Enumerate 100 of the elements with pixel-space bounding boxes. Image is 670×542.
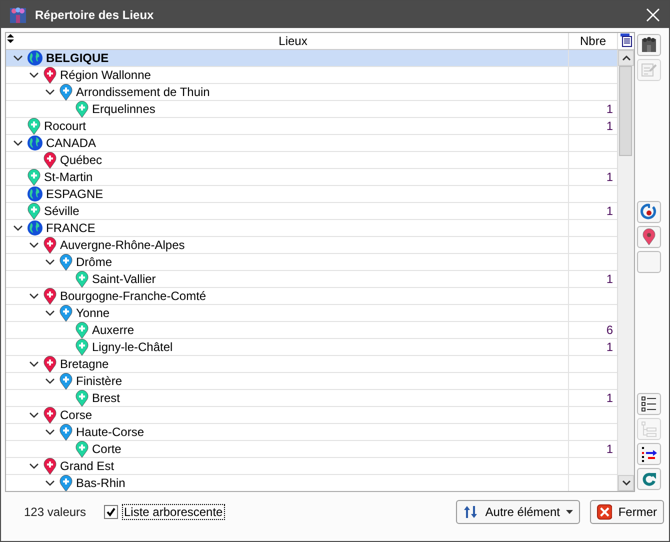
map-pin-icon	[27, 168, 41, 186]
tree-row[interactable]: Drôme	[6, 254, 617, 271]
column-header[interactable]: Lieux	[18, 33, 569, 49]
map-pin-icon	[75, 440, 89, 458]
people-icon	[9, 6, 27, 24]
chevron-down-icon	[622, 480, 630, 486]
place-name: Saint-Vallier	[92, 272, 156, 286]
close-button[interactable]: Fermer	[590, 500, 664, 524]
place-name: St-Martin	[44, 170, 93, 184]
toolbar-button[interactable]	[637, 34, 661, 56]
map-pin-icon	[642, 228, 656, 246]
place-name: CANADA	[46, 136, 96, 150]
place-name: Finistère	[76, 374, 122, 388]
toolbar-button[interactable]	[637, 443, 661, 465]
people-icon	[642, 37, 656, 52]
map-pin-icon	[43, 152, 57, 168]
place-name: Arrondissement de Thuin	[76, 85, 210, 99]
checkbox[interactable]	[104, 505, 118, 519]
chevron-up-icon	[622, 55, 630, 61]
map-pin-icon	[43, 66, 57, 84]
tree-list-icon	[642, 422, 656, 437]
tree-row[interactable]: Saint-Vallier 1	[6, 271, 617, 288]
tree-row[interactable]: CANADA	[6, 135, 617, 152]
close-icon[interactable]	[645, 6, 661, 22]
place-name: Bas-Rhin	[76, 476, 126, 490]
map-pin-icon	[59, 84, 73, 100]
place-name: Rocourt	[44, 119, 86, 133]
map-pin-icon	[43, 356, 57, 372]
map-pin-icon	[75, 270, 89, 288]
tree-row[interactable]: Bretagne	[6, 356, 617, 373]
count-value: 1	[606, 102, 613, 116]
map-pin-icon	[59, 304, 73, 322]
other-element-button[interactable]: Autre élément	[456, 500, 580, 524]
tree-row[interactable]: Erquelinnes 1	[6, 101, 617, 118]
globe-icon	[27, 135, 43, 151]
tree-row[interactable]: FRANCE	[6, 220, 617, 237]
tree-row[interactable]: Grand Est	[6, 458, 617, 475]
tree-row[interactable]: Finistère	[6, 373, 617, 390]
map-pin-icon	[43, 406, 57, 424]
place-name: Région Wallonne	[60, 68, 151, 82]
tree-row[interactable]: Corse	[6, 407, 617, 424]
map-pin-icon	[43, 236, 57, 254]
column-settings-icon[interactable]	[620, 33, 632, 47]
column-header[interactable]: Nbre	[569, 33, 618, 49]
tree-row[interactable]: Ligny-le-Châtel 1	[6, 339, 617, 356]
place-name: Bourgogne-Franche-Comté	[60, 289, 206, 303]
indent-arrows-icon	[642, 447, 657, 462]
tree-row[interactable]: Séville 1	[6, 203, 617, 220]
tree-row[interactable]: Corte 1	[6, 441, 617, 458]
globe-icon	[27, 186, 43, 202]
place-name: Québec	[60, 153, 102, 167]
swap-arrows-icon	[463, 504, 480, 520]
sort-icon[interactable]	[7, 34, 14, 43]
toolbar-button[interactable]	[637, 226, 661, 248]
tree-row[interactable]: Bourgogne-Franche-Comté	[6, 288, 617, 305]
tree-row[interactable]: BELGIQUE	[6, 50, 617, 67]
dropdown-arrow-icon	[566, 510, 573, 514]
globe-icon	[27, 50, 43, 66]
map-pin-icon	[59, 254, 73, 270]
count-value: 1	[606, 340, 613, 354]
tree-row[interactable]: Rocourt 1	[6, 118, 617, 135]
place-name: Haute-Corse	[76, 425, 144, 439]
scroll-down-button[interactable]	[618, 475, 634, 491]
tree-row[interactable]: Auxerre 6	[6, 322, 617, 339]
edit-icon	[642, 64, 657, 76]
checklist-icon	[642, 396, 656, 412]
tree-row[interactable]: Auvergne-Rhône-Alpes	[6, 237, 617, 254]
place-name: Drôme	[76, 255, 112, 269]
map-pin-icon	[59, 372, 73, 390]
tree-row[interactable]: Bas-Rhin	[6, 475, 617, 491]
map-pin-icon	[43, 288, 57, 304]
tree-row[interactable]: ESPAGNE	[6, 186, 617, 203]
place-name: BELGIQUE	[46, 51, 109, 65]
tree-row[interactable]: Brest 1	[6, 390, 617, 407]
place-name: Erquelinnes	[92, 102, 156, 116]
map-pin-icon	[27, 202, 41, 220]
place-name: Corse	[60, 408, 92, 422]
place-name: Auxerre	[92, 323, 134, 337]
checkbox-label[interactable]: Liste arborescente	[122, 504, 225, 520]
refresh-icon	[642, 472, 656, 486]
target-icon	[640, 204, 656, 220]
scrollbar-thumb[interactable]	[619, 66, 632, 156]
tree-row[interactable]: Haute-Corse	[6, 424, 617, 441]
window-title: Répertoire des Lieux	[35, 8, 155, 22]
place-name: FRANCE	[46, 221, 96, 235]
place-name: Ligny-le-Châtel	[92, 340, 173, 354]
scroll-up-button[interactable]	[618, 50, 634, 66]
tree-row[interactable]: Arrondissement de Thuin	[6, 84, 617, 101]
place-name: Auvergne-Rhône-Alpes	[60, 238, 185, 252]
value-count: 123 valeurs	[24, 505, 88, 519]
count-value: 1	[606, 272, 613, 286]
tree-row[interactable]: Yonne	[6, 305, 617, 322]
place-name: Séville	[44, 204, 80, 218]
place-name: Corte	[92, 442, 122, 456]
count-value: 1	[606, 170, 613, 184]
tree-row[interactable]: Québec	[6, 152, 617, 169]
place-name: ESPAGNE	[46, 187, 104, 201]
toolbar-button[interactable]	[637, 393, 661, 415]
tree-row[interactable]: Région Wallonne	[6, 67, 617, 84]
tree-row[interactable]: St-Martin 1	[6, 169, 617, 186]
